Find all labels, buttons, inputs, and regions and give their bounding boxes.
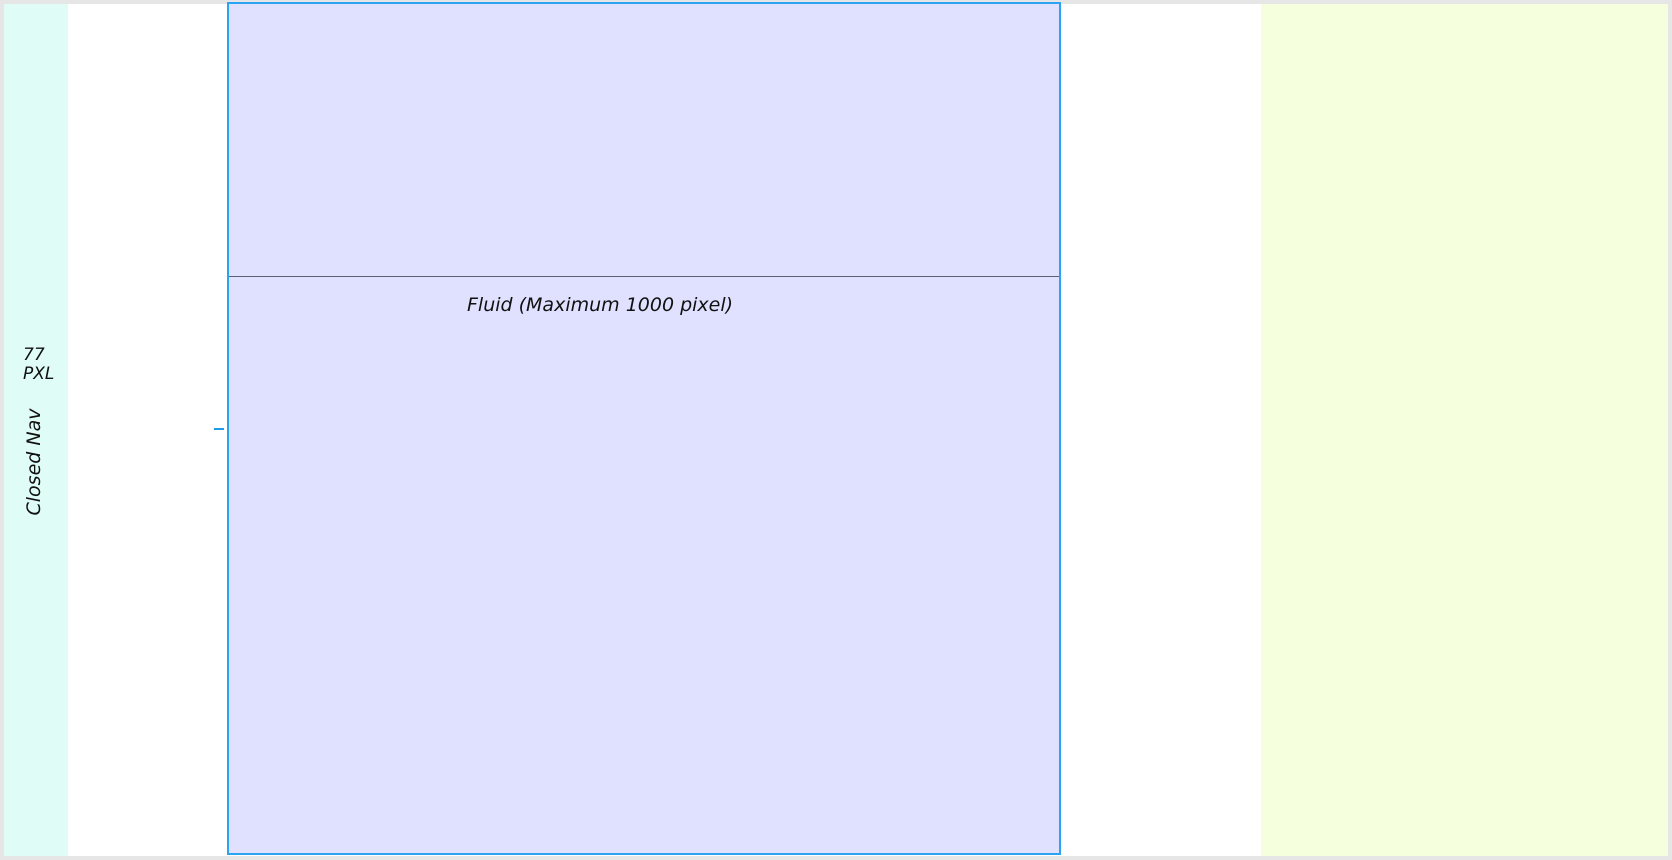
right-panel-region <box>1261 4 1668 856</box>
closed-nav-region: 77 PXL Closed Nav <box>4 4 68 856</box>
gap-indicator <box>214 428 224 432</box>
fluid-width-label: Fluid (Maximum 1000 pixel) <box>467 294 734 316</box>
fluid-content-column: Fluid (Maximum 1000 pixel) <box>227 2 1061 855</box>
section-divider <box>229 276 1059 277</box>
nav-width-label: 77 PXL <box>23 345 55 384</box>
nav-title-label: Closed Nav <box>23 408 45 516</box>
